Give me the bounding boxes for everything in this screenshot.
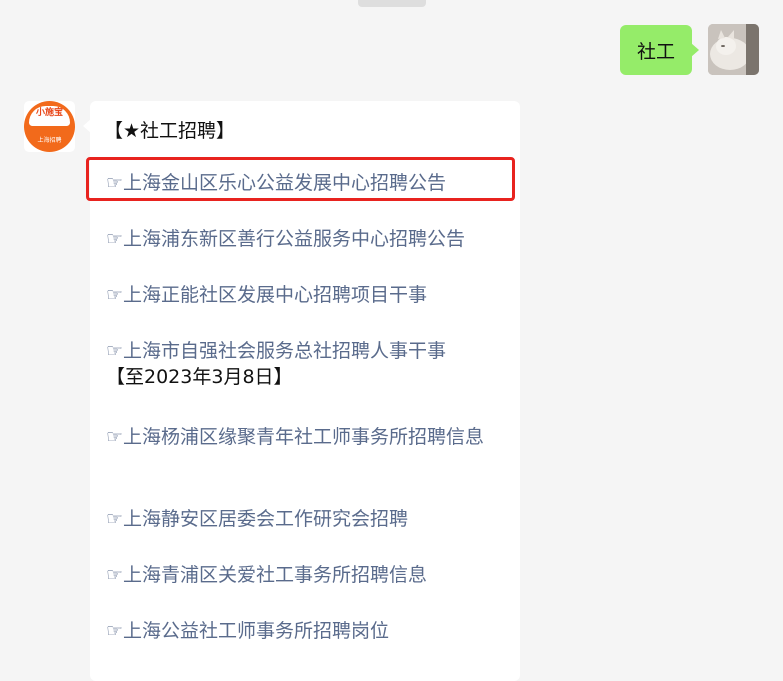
- job-link-text: ☞上海青浦区关爱社工事务所招聘信息: [106, 564, 428, 586]
- job-link-text: ☞上海杨浦区缘聚青年社工师事务所招聘信息: [106, 426, 485, 448]
- top-scroll-indicator: [358, 0, 426, 7]
- job-link[interactable]: ☞上海青浦区关爱社工事务所招聘信息: [106, 562, 516, 588]
- user-avatar[interactable]: [708, 24, 759, 75]
- job-link[interactable]: ☞上海金山区乐心公益发展中心招聘公告: [106, 170, 516, 196]
- outgoing-message-text: 社工: [636, 40, 675, 63]
- job-link-text: ☞上海市自强社会服务总社招聘人事干事: [106, 340, 447, 362]
- bot-logo-text: 小施宝: [29, 106, 70, 126]
- bot-avatar[interactable]: 小施宝 上海招聘: [24, 101, 75, 152]
- job-link[interactable]: ☞上海静安区居委会工作研究会招聘: [106, 506, 516, 532]
- job-link[interactable]: ☞上海正能社区发展中心招聘项目干事: [106, 282, 516, 308]
- job-link[interactable]: ☞上海公益社工师事务所招聘岗位: [106, 618, 516, 644]
- job-link[interactable]: ☞上海市自强社会服务总社招聘人事干事 【至2023年3月8日】: [106, 338, 516, 390]
- job-link[interactable]: ☞上海浦东新区善行公益服务中心招聘公告: [106, 226, 516, 252]
- job-link-text: ☞上海正能社区发展中心招聘项目干事: [106, 284, 428, 306]
- job-link-text: ☞上海公益社工师事务所招聘岗位: [106, 620, 390, 642]
- job-link[interactable]: ☞上海杨浦区缘聚青年社工师事务所招聘信息: [106, 424, 516, 450]
- bot-logo-icon: 小施宝 上海招聘: [24, 101, 75, 152]
- job-link-deadline: 【至2023年3月8日】: [106, 366, 293, 388]
- cat-photo-icon: [708, 24, 759, 75]
- job-link-text: ☞上海浦东新区善行公益服务中心招聘公告: [106, 228, 466, 250]
- job-link-text: ☞上海静安区居委会工作研究会招聘: [106, 508, 409, 530]
- message-heading: 【★社工招聘】: [104, 120, 236, 142]
- outgoing-message-bubble[interactable]: 社工: [620, 25, 699, 75]
- job-link-text: ☞上海金山区乐心公益发展中心招聘公告: [106, 172, 447, 194]
- bot-logo-subtext: 上海招聘: [37, 137, 62, 144]
